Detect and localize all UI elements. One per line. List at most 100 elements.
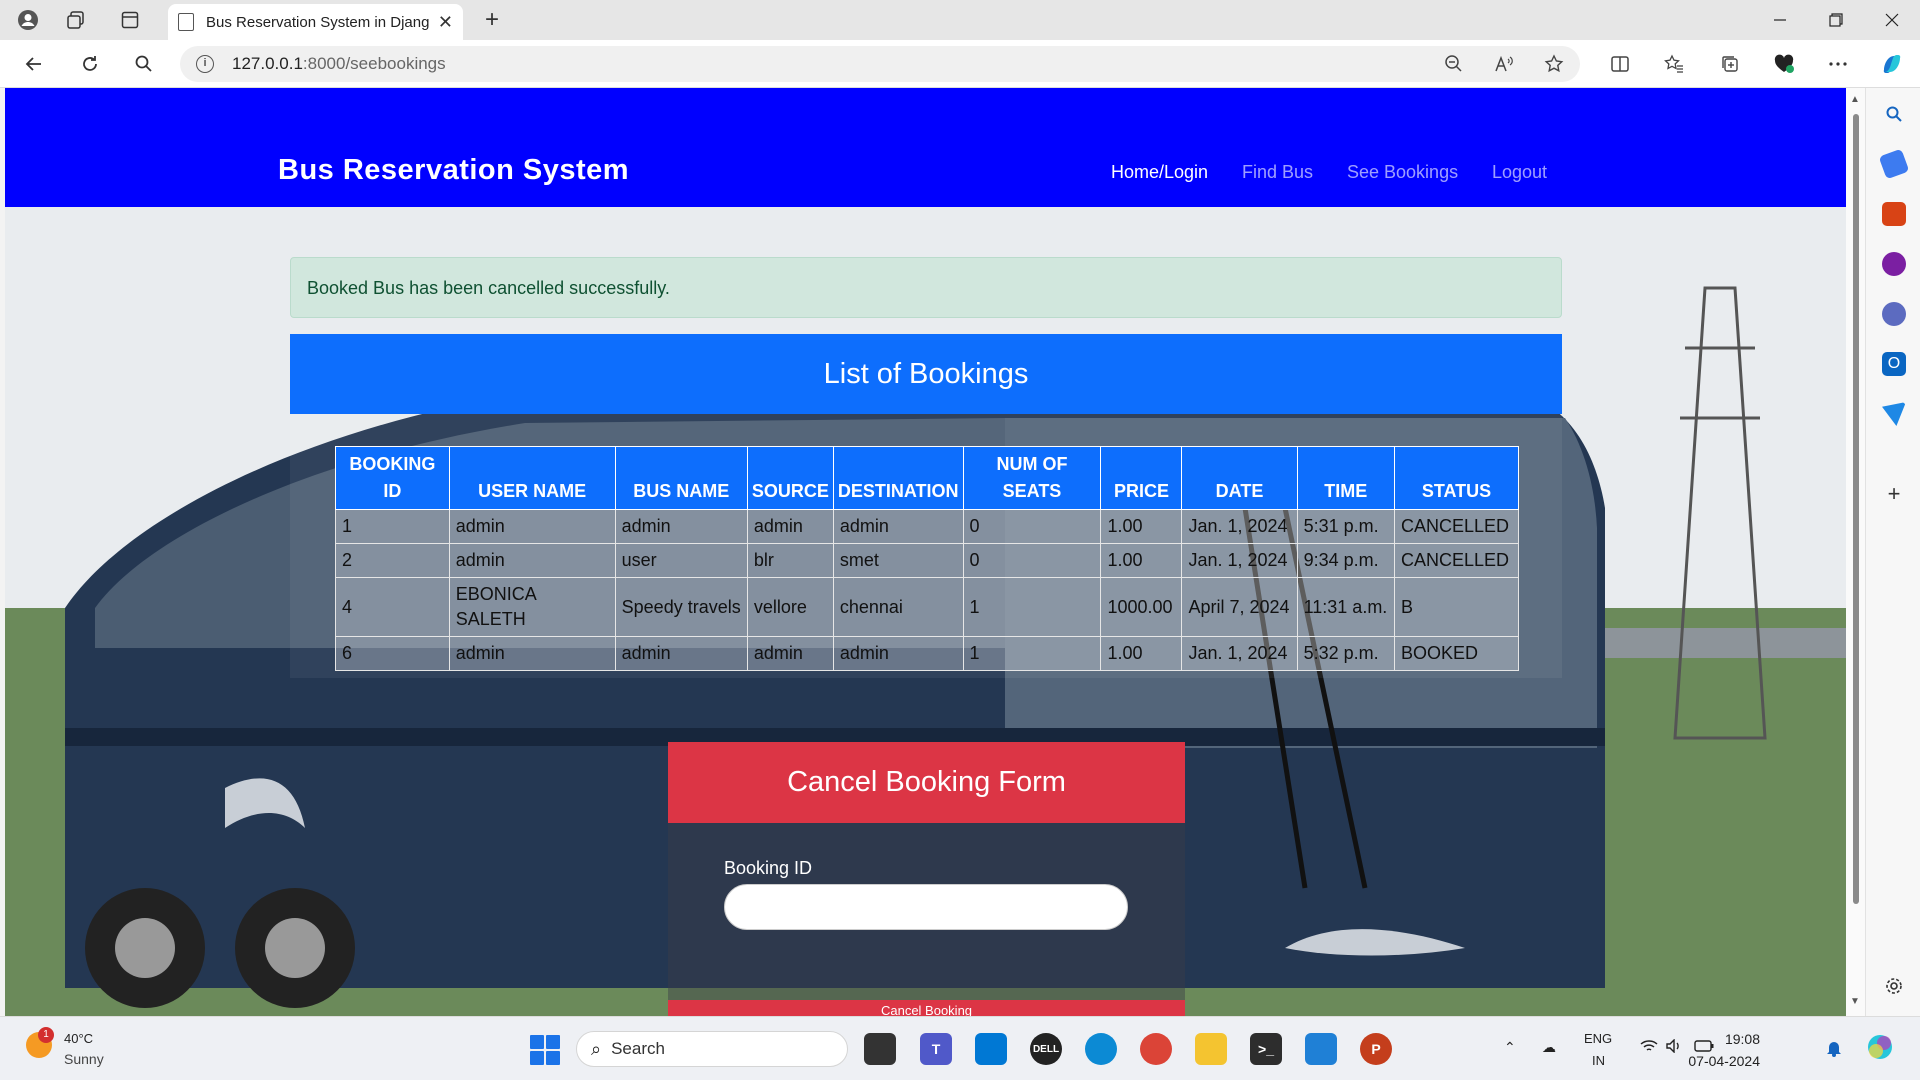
sidebar-search-icon[interactable]	[1882, 102, 1906, 126]
sidebar-outlook-icon[interactable]: O	[1882, 352, 1906, 376]
col-status[interactable]: STATUS	[1394, 446, 1519, 510]
sidebar-settings-icon[interactable]	[1882, 974, 1906, 998]
search-icon[interactable]	[128, 50, 160, 78]
onedrive-icon[interactable]: ☁	[1542, 1039, 1556, 1056]
cell-date: Jan. 1, 2024	[1181, 636, 1298, 671]
chrome-icon[interactable]	[1140, 1033, 1172, 1065]
taskbar-search-box[interactable]: ⌕ Search	[576, 1031, 848, 1067]
sidebar-add-icon[interactable]: +	[1882, 481, 1906, 506]
col-source[interactable]: SOURCE	[746, 446, 834, 510]
cell-source: blr	[746, 543, 834, 578]
col-bus-name[interactable]: BUS NAME	[614, 446, 748, 510]
cell-time: 11:31 a.m.	[1296, 577, 1396, 637]
scroll-down-icon[interactable]: ▼	[1850, 996, 1860, 1007]
cell-time: 5:31 p.m.	[1296, 509, 1396, 544]
cell-bus-name: user	[614, 543, 748, 578]
col-time[interactable]: TIME	[1296, 446, 1396, 510]
start-menu-icon[interactable]	[530, 1035, 560, 1065]
bookings-table: BOOKING ID USER NAME BUS NAME SOURCE DES…	[335, 446, 1519, 671]
table-header-row: BOOKING ID USER NAME BUS NAME SOURCE DES…	[335, 446, 1519, 510]
sidebar-games-icon[interactable]	[1882, 252, 1906, 276]
cell-destination: smet	[832, 543, 964, 578]
scroll-thumb[interactable]	[1853, 114, 1859, 904]
tab-close-icon[interactable]: ✕	[438, 12, 453, 33]
nav-see-bookings[interactable]: See Bookings	[1347, 162, 1458, 183]
cell-num-of-seats: 1	[962, 577, 1102, 637]
sidebar-shopping-icon[interactable]	[1878, 148, 1910, 180]
sidebar-microsoft365-icon[interactable]	[1882, 302, 1906, 326]
workspaces-icon[interactable]	[60, 6, 92, 34]
copilot-icon[interactable]	[1878, 50, 1906, 78]
site-info-icon[interactable]: i	[196, 55, 214, 73]
page-viewport: Bus Reservation System Home/Login Find B…	[5, 88, 1846, 1016]
cell-bus-name: Speedy travels	[614, 577, 748, 637]
edge-icon[interactable]	[1085, 1033, 1117, 1065]
url-field[interactable]: i 127.0.0.1:8000/seebookings	[180, 46, 1580, 82]
cell-status: BOOKED	[1394, 636, 1519, 671]
tray-overflow-icon[interactable]: ⌃	[1504, 1039, 1516, 1056]
dell-icon[interactable]: DELL	[1030, 1033, 1062, 1065]
col-destination[interactable]: DESTINATION	[832, 446, 964, 510]
terminal-icon[interactable]: >_	[1250, 1033, 1282, 1065]
back-icon[interactable]	[18, 50, 50, 78]
restore-icon[interactable]	[1808, 4, 1864, 36]
cell-booking-id: 2	[335, 543, 450, 578]
edge-sidebar: O +	[1865, 88, 1920, 1016]
cell-status: B	[1394, 577, 1519, 637]
zoom-out-icon[interactable]	[1440, 50, 1468, 78]
nav-home-login[interactable]: Home/Login	[1111, 162, 1208, 183]
col-booking-id[interactable]: BOOKING ID	[335, 446, 450, 510]
clock-time[interactable]: 19:08	[1664, 1031, 1760, 1047]
col-price[interactable]: PRICE	[1100, 446, 1183, 510]
new-tab-button[interactable]: +	[476, 6, 508, 34]
weather-temperature[interactable]: 40°C	[64, 1031, 93, 1046]
clock-date[interactable]: 07-04-2024	[1664, 1053, 1760, 1069]
table-row: 2 admin user blr smet 0 1.00 Jan. 1, 202…	[335, 543, 1519, 578]
input-region[interactable]: IN	[1592, 1053, 1605, 1068]
store-icon[interactable]	[975, 1033, 1007, 1065]
collections-icon[interactable]	[1716, 50, 1744, 78]
scroll-up-icon[interactable]: ▲	[1850, 94, 1860, 105]
window-close-icon[interactable]	[1864, 4, 1920, 36]
booking-id-input[interactable]	[724, 884, 1128, 930]
table-row: 6 admin admin admin admin 1 1.00 Jan. 1,…	[335, 636, 1519, 671]
page-scrollbar[interactable]: ▲ ▼	[1846, 88, 1865, 1016]
col-date[interactable]: DATE	[1181, 446, 1298, 510]
site-brand[interactable]: Bus Reservation System	[278, 154, 629, 187]
cell-source: vellore	[746, 577, 834, 637]
col-num-of-seats[interactable]: NUM OF SEATS	[962, 446, 1102, 510]
powerpoint-icon[interactable]: P	[1360, 1033, 1392, 1065]
wifi-icon[interactable]	[1640, 1039, 1658, 1056]
cell-booking-id: 4	[335, 577, 450, 637]
profile-icon[interactable]	[12, 6, 44, 34]
file-explorer-icon[interactable]	[1195, 1033, 1227, 1065]
col-user-name[interactable]: USER NAME	[448, 446, 616, 510]
vscode-icon[interactable]	[1305, 1033, 1337, 1065]
tab-actions-icon[interactable]	[114, 6, 146, 34]
reload-icon[interactable]	[74, 50, 106, 78]
teams-icon[interactable]: T	[920, 1033, 952, 1065]
cell-user-name: EBONICA SALETH	[448, 577, 616, 637]
cell-bus-name: admin	[614, 509, 748, 544]
active-tab[interactable]: Bus Reservation System in Djang ✕	[168, 4, 463, 40]
nav-logout[interactable]: Logout	[1492, 162, 1547, 183]
read-aloud-icon[interactable]	[1490, 50, 1518, 78]
more-menu-icon[interactable]	[1824, 50, 1852, 78]
notification-bell-icon[interactable]	[1826, 1039, 1842, 1060]
input-language[interactable]: ENG	[1584, 1031, 1612, 1046]
sidebar-tools-icon[interactable]	[1882, 202, 1906, 226]
cancel-booking-button[interactable]: Cancel Booking	[668, 1000, 1185, 1016]
browser-essentials-icon[interactable]	[1770, 50, 1798, 78]
split-screen-icon[interactable]	[1606, 50, 1634, 78]
nav-find-bus[interactable]: Find Bus	[1242, 162, 1313, 183]
cell-price: 1.00	[1100, 543, 1183, 578]
favorites-icon[interactable]	[1660, 50, 1688, 78]
browser-tab-bar: Bus Reservation System in Djang ✕ +	[0, 0, 1920, 40]
copilot-taskbar-icon[interactable]	[1866, 1033, 1894, 1064]
minimize-icon[interactable]	[1752, 4, 1808, 36]
sidebar-drop-icon[interactable]	[1882, 402, 1906, 426]
favorite-star-icon[interactable]	[1540, 50, 1568, 78]
task-view-icon[interactable]	[864, 1033, 896, 1065]
weather-description[interactable]: Sunny	[64, 1051, 104, 1067]
cell-num-of-seats: 0	[962, 543, 1102, 578]
